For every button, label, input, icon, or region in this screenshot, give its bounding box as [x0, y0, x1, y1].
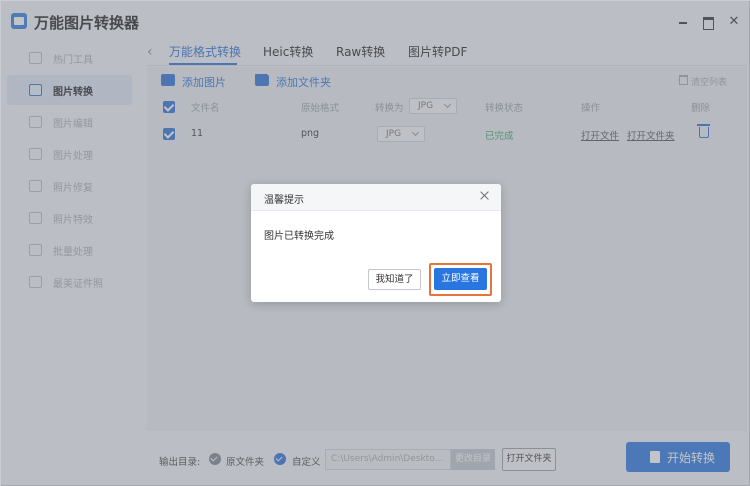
close-icon[interactable] — [480, 191, 490, 201]
dialog-header: 温馨提示 — [251, 184, 501, 211]
app-window: 万能图片转换器 ✕ 热门工具 图片转换 图片编辑 图片处理 照片修复 照片特效 — [0, 0, 750, 486]
dialog-message: 图片已转换完成 — [264, 231, 334, 242]
notice-dialog: 温馨提示 图片已转换完成 我知道了 立即查看 — [251, 184, 501, 302]
view-now-button[interactable]: 立即查看 — [434, 268, 487, 290]
dialog-title: 温馨提示 — [264, 195, 304, 206]
got-it-button[interactable]: 我知道了 — [368, 269, 421, 290]
